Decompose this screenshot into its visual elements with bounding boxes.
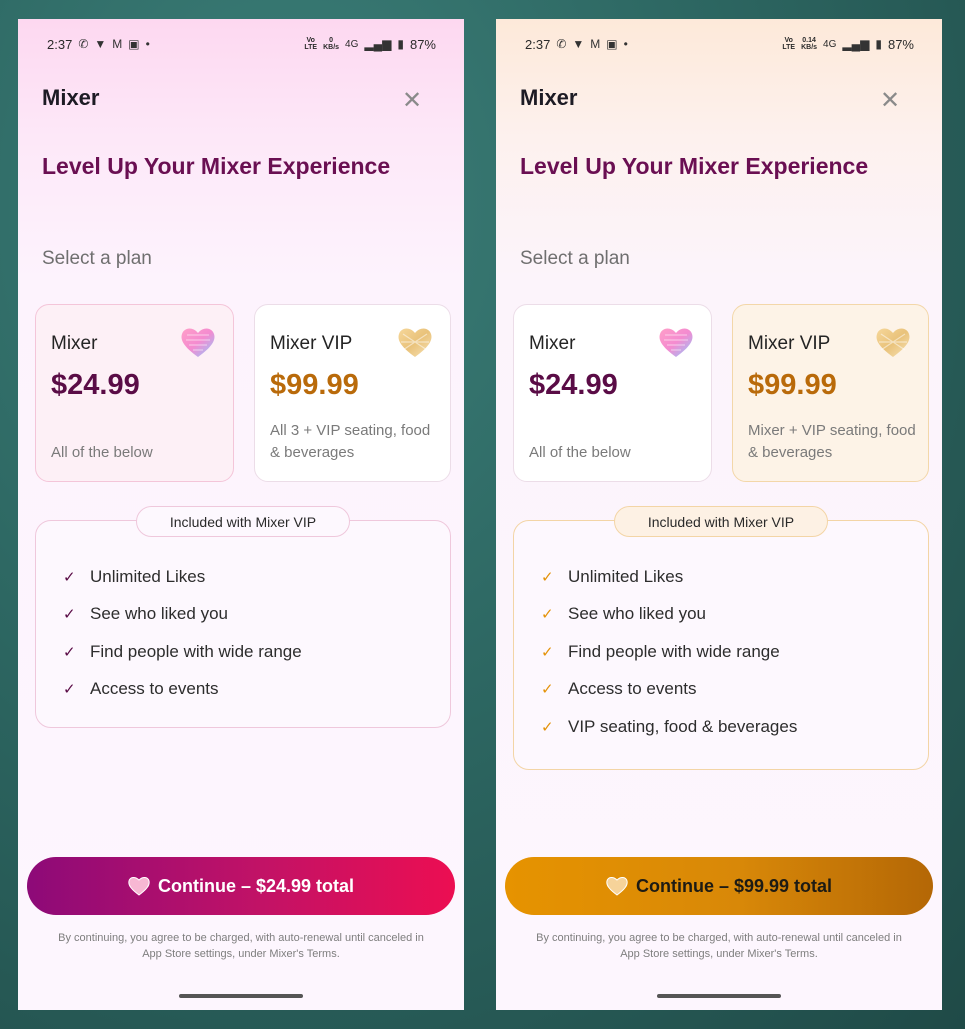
status-bar: 2:37 ✆ ▼ M ▣ • Vo LTE 0.14 KB/s 4G ▂▄▆ ▮ 8…	[525, 35, 914, 53]
plan-price: $24.99	[51, 369, 140, 401]
feature-item: ✓ See who liked you	[63, 604, 228, 624]
battery-icon: ▮	[397, 37, 404, 51]
check-icon: ✓	[63, 643, 76, 661]
gold-heart-icon	[398, 328, 432, 357]
battery-level: 87%	[887, 36, 914, 52]
legal-text: By continuing, you agree to be charged, …	[536, 932, 902, 960]
plan-description: All 3 + VIP seating, food & beverages	[270, 422, 431, 461]
features-box: ✓ Unlimited Likes ✓ See who liked you ✓ Fin…	[513, 520, 929, 770]
plan-name: Mixer	[529, 333, 576, 354]
phone-screen-vip: 2:37 ✆ ▼ M ▣ • Vo LTE 0.14 KB/s 4G ▂▄▆ ▮ 8…	[496, 19, 942, 1010]
volte-icon: Vo LTE	[304, 37, 318, 51]
check-icon: ✓	[541, 643, 554, 661]
feature-item: ✓ Find people with wide range	[63, 641, 302, 661]
included-badge: Included with Mixer VIP	[614, 506, 828, 537]
check-icon: ✓	[541, 718, 554, 736]
volte-icon: Vo LTE	[782, 37, 796, 51]
app-title: Mixer	[520, 85, 578, 110]
feature-item: ✓ Unlimited Likes	[541, 566, 684, 586]
signal-icon: ▂▄▆	[364, 37, 392, 51]
select-plan-label: Select a plan	[42, 248, 152, 269]
check-icon: ✓	[541, 568, 554, 586]
select-plan-label: Select a plan	[520, 248, 630, 269]
plan-price: $99.99	[748, 369, 837, 401]
battery-level: 87%	[409, 36, 436, 52]
check-icon: ✓	[63, 606, 76, 624]
plan-name: Mixer VIP	[748, 333, 831, 354]
vpn-icon: ▼	[94, 37, 107, 51]
features-box: ✓ Unlimited Likes ✓ See who liked you ✓ Fin…	[35, 520, 451, 728]
plan-price: $99.99	[270, 369, 359, 401]
home-indicator[interactable]	[179, 994, 303, 998]
check-icon: ✓	[541, 681, 554, 699]
page-title: Level Up Your Mixer Experience	[520, 153, 869, 179]
gold-heart-icon	[876, 328, 910, 357]
plan-card-mixer[interactable]: Mixer $24.99 All of the below	[35, 304, 234, 482]
close-icon[interactable]: ✕	[400, 89, 424, 113]
status-bar: 2:37 ✆ ▼ M ▣ • Vo LTE 0 KB/s 4G ▂▄▆ ▮ 87%	[47, 35, 436, 53]
plan-description: All of the below	[529, 444, 631, 461]
feature-item: ✓ Access to events	[63, 679, 219, 699]
feature-list: ✓ Unlimited Likes ✓ See who liked you ✓ Fin…	[541, 558, 797, 746]
status-time: 2:37	[525, 36, 551, 52]
battery-icon: ▮	[875, 37, 882, 51]
cast-icon: ▣	[128, 37, 140, 51]
pink-heart-icon	[181, 328, 215, 357]
plan-card-mixer[interactable]: Mixer $24.99 All of the below	[513, 304, 712, 482]
feature-item: ✓ Unlimited Likes	[63, 566, 206, 586]
page-title: Level Up Your Mixer Experience	[42, 153, 391, 179]
feature-item: ✓ Find people with wide range	[541, 641, 780, 661]
network-speed: 0.14 KB/s	[801, 37, 818, 51]
pink-heart-icon	[659, 328, 693, 357]
feature-item: ✓ Access to events	[541, 679, 697, 699]
status-time: 2:37	[47, 36, 73, 52]
network-type: 4G	[823, 38, 837, 50]
heart-icon	[128, 877, 150, 896]
signal-icon: ▂▄▆	[842, 37, 870, 51]
whatsapp-icon: ✆	[556, 37, 567, 51]
heart-icon	[606, 877, 628, 896]
gmail-icon: M	[590, 37, 601, 51]
vpn-icon: ▼	[572, 37, 585, 51]
home-indicator[interactable]	[657, 994, 781, 998]
cast-icon: ▣	[606, 37, 618, 51]
dot-icon: •	[623, 37, 628, 51]
plan-card-mixer-vip[interactable]: Mixer VIP $99.99 All 3 + VIP seating, fo…	[254, 304, 451, 482]
plan-description: All of the below	[51, 444, 153, 461]
feature-item: ✓ VIP seating, food & beverages	[541, 716, 798, 736]
network-speed: 0 KB/s	[323, 37, 340, 51]
continue-button[interactable]: Continue – $99.99 total	[505, 857, 933, 915]
check-icon: ✓	[63, 681, 76, 699]
feature-item: ✓ See who liked you	[541, 604, 706, 624]
continue-label: Continue – $99.99 total	[635, 875, 833, 896]
included-badge: Included with Mixer VIP	[136, 506, 350, 537]
plan-description: Mixer + VIP seating, food & beverages	[748, 422, 916, 461]
phone-screen-basic: 2:37 ✆ ▼ M ▣ • Vo LTE 0 KB/s 4G ▂▄▆ ▮ 87% …	[18, 19, 464, 1010]
feature-list: ✓ Unlimited Likes ✓ See who liked you ✓ Fin…	[63, 558, 302, 708]
gmail-icon: M	[112, 37, 123, 51]
plan-name: Mixer	[51, 333, 98, 354]
check-icon: ✓	[63, 568, 76, 586]
continue-label: Continue – $24.99 total	[157, 875, 355, 896]
check-icon: ✓	[541, 606, 554, 624]
dot-icon: •	[145, 37, 150, 51]
plan-price: $24.99	[529, 369, 618, 401]
whatsapp-icon: ✆	[78, 37, 89, 51]
legal-text: By continuing, you agree to be charged, …	[58, 932, 424, 960]
app-title: Mixer	[42, 85, 100, 110]
plan-card-mixer-vip[interactable]: Mixer VIP $99.99 Mixer + VIP seating, fo…	[732, 304, 929, 482]
network-type: 4G	[345, 38, 359, 50]
plan-name: Mixer VIP	[270, 333, 353, 354]
continue-button[interactable]: Continue – $24.99 total	[27, 857, 455, 915]
close-icon[interactable]: ✕	[878, 89, 902, 113]
